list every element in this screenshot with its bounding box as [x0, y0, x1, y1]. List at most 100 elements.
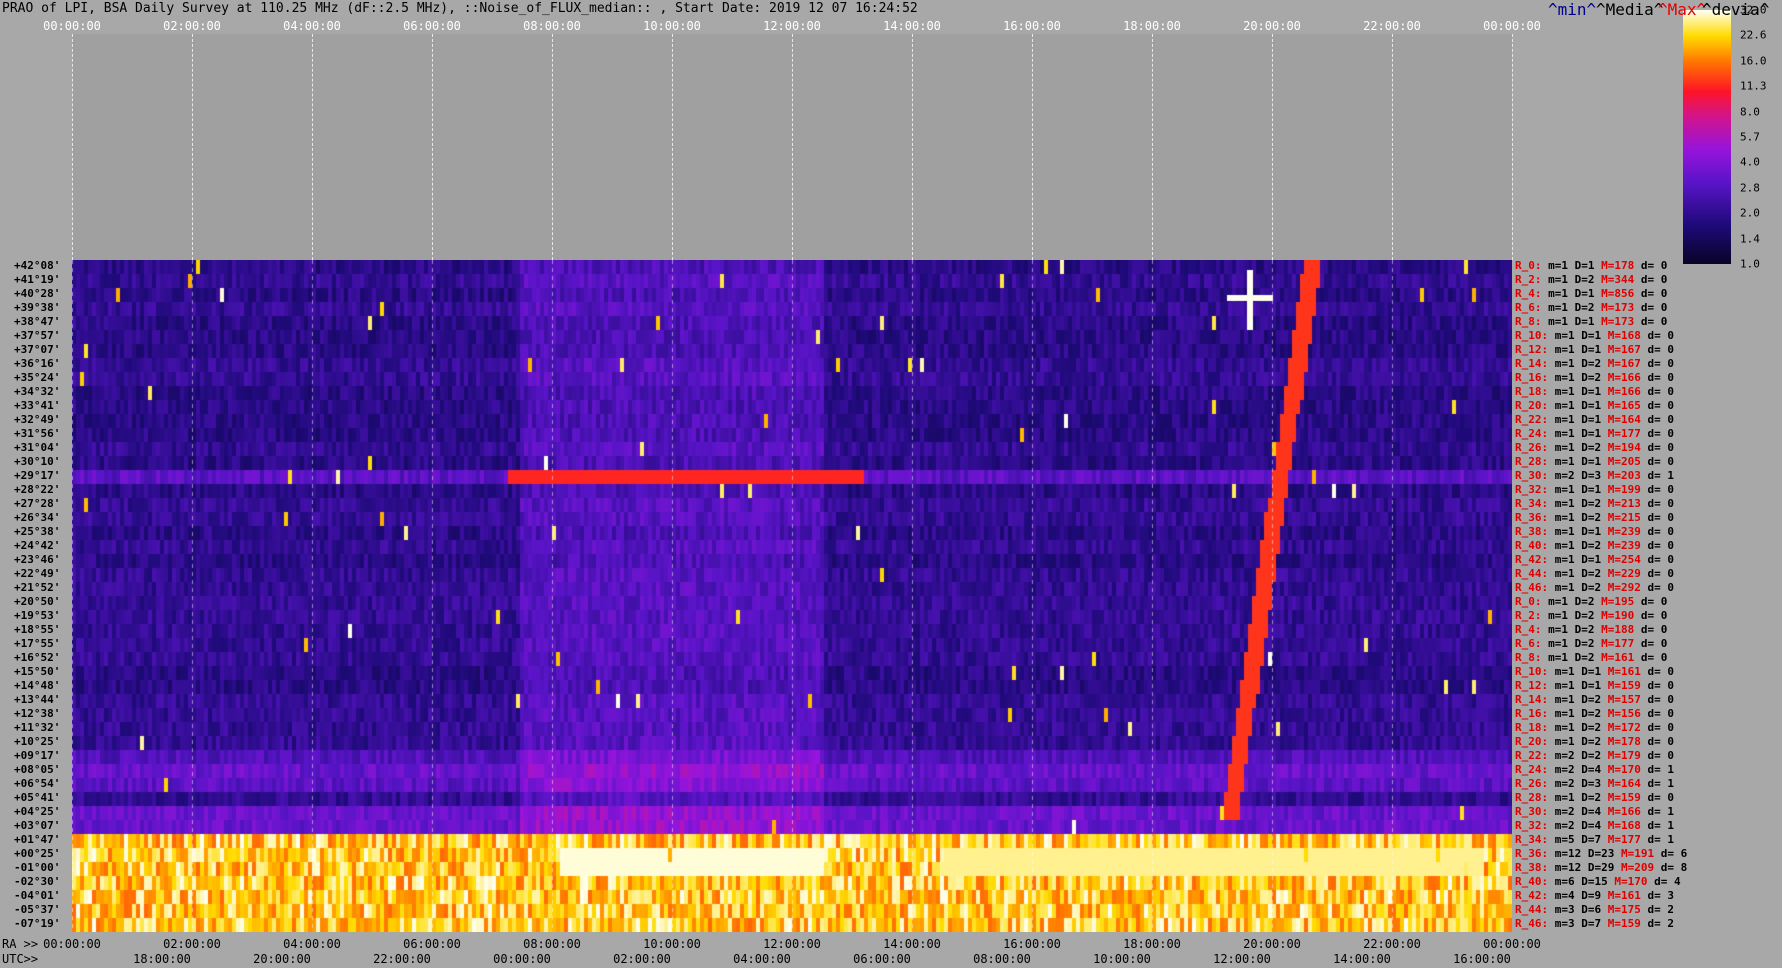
- row-devia: d= 0: [1640, 791, 1674, 804]
- row-id: R_40:: [1515, 539, 1549, 552]
- colorbar-label: 5.7: [1740, 130, 1760, 144]
- utc-tick-label: 10:00:00: [1093, 952, 1151, 966]
- row-max: M=239: [1607, 525, 1641, 538]
- row-min: m=1 D=1: [1554, 665, 1608, 678]
- utc-tick-label: 14:00:00: [1333, 952, 1391, 966]
- ra-tick-label: 10:00:00: [643, 937, 701, 951]
- grid-line: [1392, 34, 1393, 260]
- row-devia: d= 0: [1640, 371, 1674, 384]
- declination-label: +37°07': [14, 343, 61, 356]
- row-stat: R_18: m=1 D=2 M=172 d= 0: [1515, 721, 1674, 734]
- declination-label: +42°08': [14, 259, 61, 272]
- declination-label: +36°16': [14, 357, 61, 370]
- declination-label: +38°47': [14, 315, 61, 328]
- row-min: m=1 D=2: [1554, 721, 1608, 734]
- row-id: R_14:: [1515, 693, 1549, 706]
- row-id: R_40:: [1515, 875, 1549, 888]
- row-max: M=254: [1607, 553, 1641, 566]
- declination-label: +09°17': [14, 749, 61, 762]
- ra-tick-label: 08:00:00: [523, 937, 581, 951]
- ra-tick-label: 16:00:00: [1003, 937, 1061, 951]
- top-tick-label: 12:00:00: [763, 19, 821, 33]
- row-min: m=1 D=2: [1554, 357, 1608, 370]
- row-stat: R_10: m=1 D=1 M=161 d= 0: [1515, 665, 1674, 678]
- row-id: R_44:: [1515, 567, 1549, 580]
- declination-label: +28°22': [14, 483, 61, 496]
- row-max: M=205: [1607, 455, 1641, 468]
- row-max: M=195: [1601, 595, 1635, 608]
- flux-heatmap[interactable]: [72, 260, 1512, 932]
- row-id: R_6:: [1515, 301, 1542, 314]
- row-max: M=159: [1607, 679, 1641, 692]
- row-devia: d= 1: [1640, 833, 1674, 846]
- row-max: M=194: [1607, 441, 1641, 454]
- row-devia: d= 2: [1640, 903, 1674, 916]
- row-id: R_22:: [1515, 749, 1549, 762]
- top-tick-label: 18:00:00: [1123, 19, 1181, 33]
- row-stat: R_22: m=2 D=2 M=179 d= 0: [1515, 749, 1674, 762]
- declination-label: +16°52': [14, 651, 61, 664]
- row-stat: R_26: m=2 D=3 M=164 d= 1: [1515, 777, 1674, 790]
- grid-line: [672, 34, 673, 260]
- row-stat: R_36: m=12 D=23 M=191 d= 6: [1515, 847, 1687, 860]
- row-id: R_42:: [1515, 889, 1549, 902]
- grid-line: [792, 34, 793, 260]
- row-stat: R_46: m=1 D=2 M=292 d= 0: [1515, 581, 1674, 594]
- declination-label: +25°38': [14, 525, 61, 538]
- row-max: M=191: [1620, 847, 1655, 860]
- row-id: R_34:: [1515, 497, 1549, 510]
- row-stat: R_10: m=1 D=1 M=168 d= 0: [1515, 329, 1674, 342]
- row-min: m=2 D=3: [1554, 777, 1608, 790]
- row-max: M=165: [1607, 399, 1641, 412]
- row-id: R_44:: [1515, 903, 1549, 916]
- row-stat: R_38: m=12 D=29 M=209 d= 8: [1515, 861, 1687, 874]
- top-tick-label: 14:00:00: [883, 19, 941, 33]
- row-min: m=12 D=29: [1554, 861, 1621, 874]
- declination-label: +10°25': [14, 735, 61, 748]
- colorbar-label: 2.0: [1740, 206, 1760, 220]
- declination-label: +17°55': [14, 637, 61, 650]
- row-min: m=1 D=2: [1554, 693, 1608, 706]
- row-stat: R_30: m=2 D=4 M=166 d= 1: [1515, 805, 1674, 818]
- row-id: R_28:: [1515, 791, 1549, 804]
- row-id: R_2:: [1515, 609, 1542, 622]
- row-stat: R_4: m=1 D=1 M=856 d= 0: [1515, 287, 1667, 300]
- row-devia: d= 0: [1640, 735, 1674, 748]
- row-id: R_24:: [1515, 763, 1549, 776]
- row-id: R_2:: [1515, 273, 1542, 286]
- colorbar: [1683, 10, 1731, 264]
- utc-tick-label: 12:00:00: [1213, 952, 1271, 966]
- row-max: M=170: [1614, 875, 1648, 888]
- row-devia: d= 0: [1640, 483, 1674, 496]
- row-min: m=5 D=7: [1554, 833, 1608, 846]
- row-stat: R_14: m=1 D=2 M=157 d= 0: [1515, 693, 1674, 706]
- row-devia: d= 2: [1640, 917, 1674, 930]
- declination-label: +13°44': [14, 693, 61, 706]
- row-stat: R_42: m=1 D=1 M=254 d= 0: [1515, 553, 1674, 566]
- row-stat: R_8: m=1 D=2 M=161 d= 0: [1515, 651, 1667, 664]
- grid-line: [312, 34, 313, 260]
- row-id: R_42:: [1515, 553, 1549, 566]
- chart-title: PRAO of LPI, BSA Daily Survey at 110.25 …: [2, 1, 918, 16]
- row-stat: R_44: m=1 D=2 M=229 d= 0: [1515, 567, 1674, 580]
- row-stat: R_32: m=2 D=4 M=168 d= 1: [1515, 819, 1674, 832]
- colorbar-label: 2.8: [1740, 181, 1760, 195]
- row-stat: R_36: m=1 D=2 M=215 d= 0: [1515, 511, 1674, 524]
- row-min: m=1 D=1: [1554, 413, 1608, 426]
- row-stat: R_18: m=1 D=1 M=166 d= 0: [1515, 385, 1674, 398]
- row-min: m=1 D=1: [1554, 455, 1608, 468]
- top-tick-label: 00:00:00: [43, 19, 101, 33]
- ra-tick-label: 22:00:00: [1363, 937, 1421, 951]
- row-max: M=203: [1607, 469, 1641, 482]
- row-devia: d= 0: [1634, 609, 1668, 622]
- row-max: M=178: [1607, 735, 1641, 748]
- row-id: R_20:: [1515, 735, 1549, 748]
- row-id: R_38:: [1515, 861, 1549, 874]
- declination-label: +08°05': [14, 763, 61, 776]
- row-max: M=173: [1601, 315, 1635, 328]
- top-tick-label: 10:00:00: [643, 19, 701, 33]
- declination-label: +32°49': [14, 413, 61, 426]
- ra-tick-label: 06:00:00: [403, 937, 461, 951]
- row-min: m=1 D=1: [1548, 287, 1602, 300]
- row-stat: R_34: m=1 D=2 M=213 d= 0: [1515, 497, 1674, 510]
